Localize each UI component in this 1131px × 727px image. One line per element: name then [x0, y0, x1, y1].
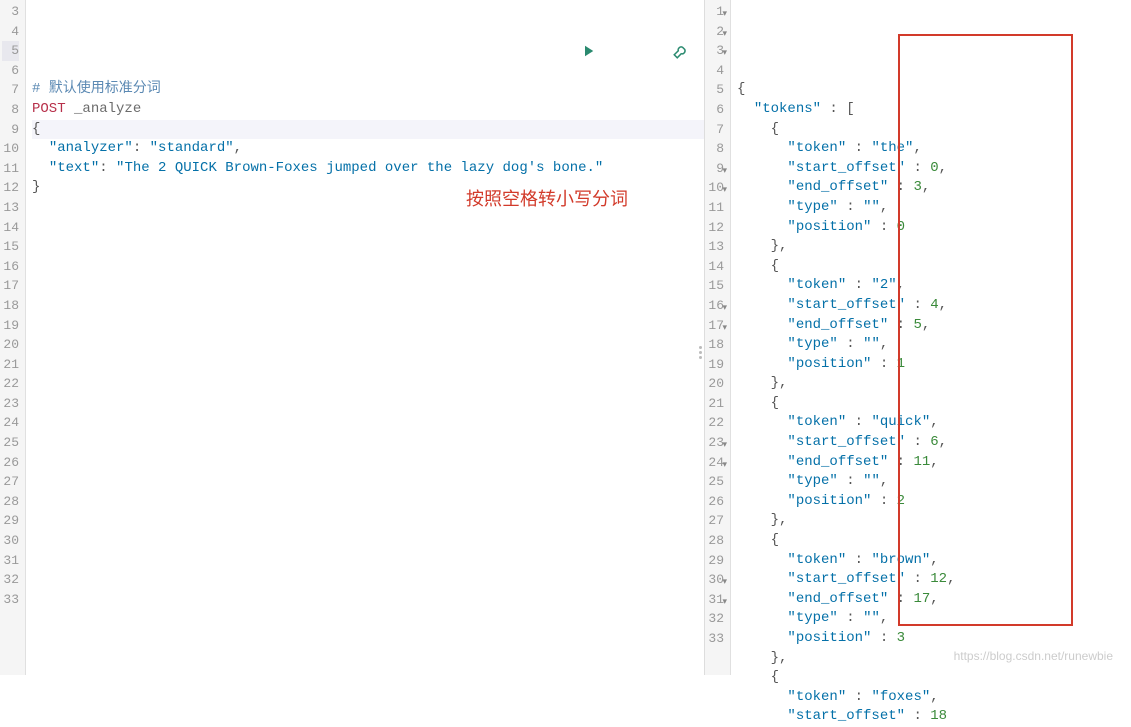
watermark: https://blog.csdn.net/runewbie — [954, 647, 1113, 667]
annotation-left: 按照空格转小写分词 — [466, 190, 628, 210]
left-line-gutter: 3456789101112131415161718192021222324252… — [0, 0, 26, 675]
response-viewer-pane: 1▾2▾3▾456789▾10▾111213141516▾17▾18192021… — [705, 0, 1131, 675]
play-icon[interactable] — [512, 22, 597, 87]
request-editor-pane: 3456789101112131415161718192021222324252… — [0, 0, 705, 675]
pane-resize-handle[interactable] — [699, 338, 705, 368]
request-code-area[interactable]: 按照空格转小写分词 # 默认使用标准分词POST _analyze{ "anal… — [26, 0, 704, 675]
response-code-area[interactable]: https://blog.csdn.net/runewbie { "tokens… — [731, 0, 1131, 675]
wrench-icon[interactable] — [605, 22, 690, 87]
run-actions — [512, 22, 690, 87]
right-line-gutter: 1▾2▾3▾456789▾10▾111213141516▾17▾18192021… — [705, 0, 731, 675]
